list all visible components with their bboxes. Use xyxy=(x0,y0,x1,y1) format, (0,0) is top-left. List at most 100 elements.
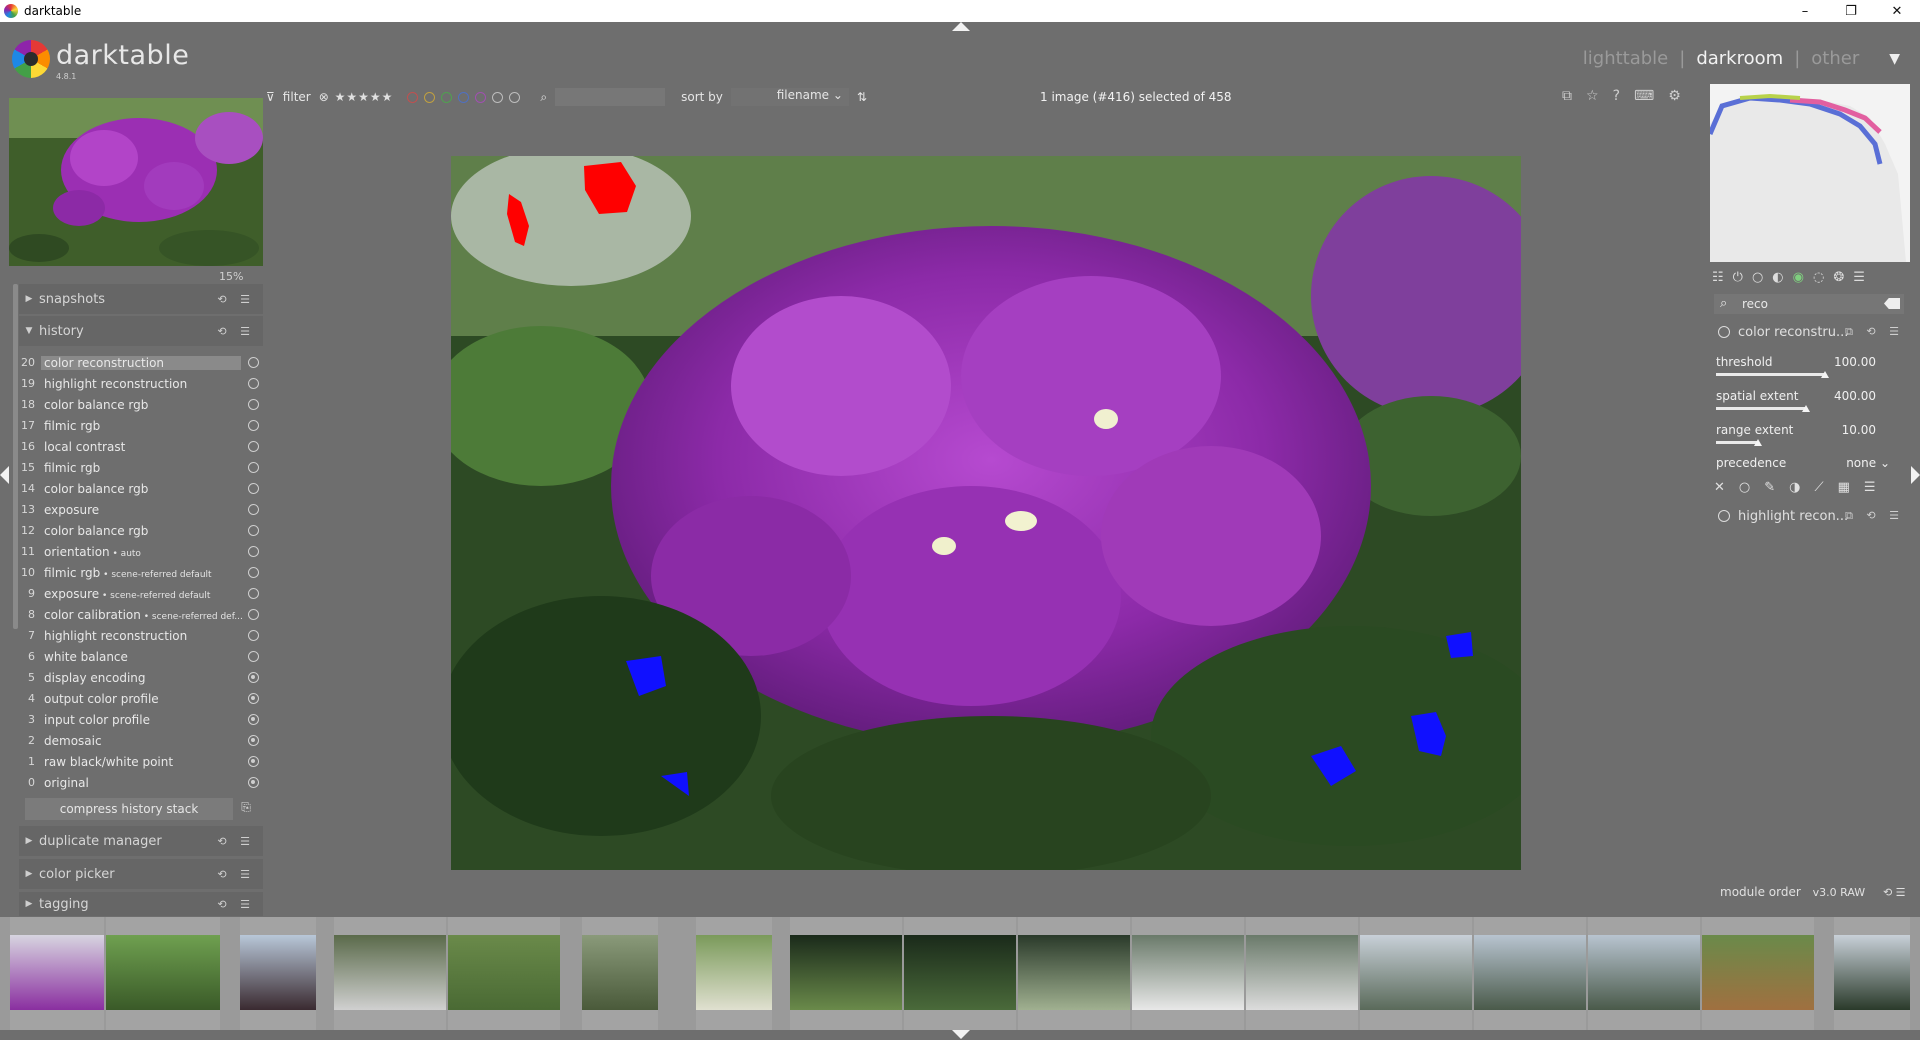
overlays-icon[interactable]: ⧉ xyxy=(1562,88,1586,104)
filmstrip-thumbnail[interactable] xyxy=(240,917,316,1030)
color-picker-section[interactable]: ▶ color picker ⟲ ☰ xyxy=(19,859,263,889)
slider-knob[interactable] xyxy=(1801,405,1810,412)
minimize-button[interactable]: – xyxy=(1782,0,1828,22)
section-controls-icon[interactable]: ⟲ ☰ xyxy=(217,898,255,911)
navigator-thumbnail[interactable] xyxy=(9,98,263,266)
filmstrip-thumbnail[interactable] xyxy=(10,917,104,1030)
history-item[interactable]: 14 color balance rgb xyxy=(19,478,263,499)
section-controls-icon[interactable]: ⟲ ☰ xyxy=(217,293,255,306)
history-item[interactable]: 20 color reconstruction xyxy=(19,352,263,373)
sort-order-icon[interactable]: ⇅ xyxy=(857,90,867,104)
section-controls-icon[interactable]: ⟲ ☰ xyxy=(217,325,255,338)
history-item[interactable]: 15 filmic rgb xyxy=(19,457,263,478)
zoom-level[interactable]: 15% xyxy=(219,270,243,283)
correct-group-icon[interactable]: ◌ xyxy=(1813,270,1833,285)
history-item[interactable]: 2 demosaic xyxy=(19,730,263,751)
left-panel-scrollbar[interactable] xyxy=(13,284,18,629)
color-label-dot-icon[interactable] xyxy=(509,92,521,103)
history-item[interactable]: 5 display encoding xyxy=(19,667,263,688)
histogram[interactable] xyxy=(1710,84,1910,262)
collapse-right-panel-arrow-icon[interactable] xyxy=(1911,466,1920,484)
slider-track[interactable] xyxy=(1716,373,1825,376)
history-item[interactable]: 13 exposure xyxy=(19,499,263,520)
precedence-select[interactable]: precedence none ⌄ xyxy=(1716,456,1890,470)
filmstrip-thumbnail[interactable] xyxy=(582,917,658,1030)
history-item[interactable]: 17 filmic rgb xyxy=(19,415,263,436)
search-input[interactable] xyxy=(555,88,666,106)
view-other[interactable]: other xyxy=(1811,48,1859,69)
compress-history-button[interactable]: compress history stack xyxy=(25,798,233,820)
slider-track[interactable] xyxy=(1716,441,1758,444)
restore-button[interactable]: ❐ xyxy=(1828,0,1874,22)
gear-icon[interactable]: ⚙ xyxy=(1668,88,1695,104)
filmstrip-thumbnail[interactable] xyxy=(904,917,1016,1030)
view-darkroom[interactable]: darkroom xyxy=(1696,48,1783,69)
active-modules-icon[interactable]: ⏻ xyxy=(1733,270,1752,285)
color-label-filter[interactable] xyxy=(407,90,526,104)
power-icon[interactable] xyxy=(1718,510,1730,522)
history-item[interactable]: 10 filmic rgb • scene-referred default xyxy=(19,562,263,583)
keyboard-icon[interactable]: ⌨ xyxy=(1634,88,1668,104)
history-item[interactable]: 7 highlight reconstruction xyxy=(19,625,263,646)
menu-icon[interactable]: ☰ xyxy=(1853,270,1874,285)
color-label-dot-icon[interactable] xyxy=(492,92,504,103)
history-section[interactable]: ▼ history ⟲ ☰ xyxy=(19,316,263,346)
section-controls-icon[interactable]: ⟲ ☰ xyxy=(217,868,255,881)
color-label-dot-icon[interactable] xyxy=(407,92,419,103)
history-item[interactable]: 16 local contrast xyxy=(19,436,263,457)
slider-knob[interactable] xyxy=(1820,371,1829,378)
blend-uniform-icon[interactable]: ○ xyxy=(1739,480,1764,495)
section-controls-icon[interactable]: ⟲ ☰ xyxy=(217,835,255,848)
filmstrip-thumbnail[interactable] xyxy=(1588,917,1700,1030)
history-style-icon[interactable]: ⎘ xyxy=(237,800,255,818)
blend-off-icon[interactable]: ✕ xyxy=(1714,480,1739,495)
filmstrip-thumbnail[interactable] xyxy=(790,917,902,1030)
filmstrip-thumbnail[interactable] xyxy=(106,917,220,1030)
filmstrip-thumbnail[interactable] xyxy=(696,917,772,1030)
module-order[interactable]: module order v3.0 RAW ⟲ ☰ xyxy=(1720,885,1906,899)
close-button[interactable]: ✕ xyxy=(1874,0,1920,22)
history-item[interactable]: 8 color calibration • scene-referred def.… xyxy=(19,604,263,625)
slider-track[interactable] xyxy=(1716,407,1806,410)
chevron-down-icon[interactable]: ▼ xyxy=(1889,51,1900,67)
filmstrip-thumbnail[interactable] xyxy=(448,917,560,1030)
main-image-canvas[interactable] xyxy=(451,156,1521,870)
drawn-mask-icon[interactable]: ✎ xyxy=(1764,480,1789,495)
module-order-controls-icon[interactable]: ⟲ ☰ xyxy=(1883,886,1906,899)
filmstrip-thumbnail[interactable] xyxy=(1246,917,1358,1030)
color-label-dot-icon[interactable] xyxy=(441,92,453,103)
filmstrip-thumbnail[interactable] xyxy=(1834,917,1910,1030)
color-label-dot-icon[interactable] xyxy=(475,92,487,103)
history-item[interactable]: 11 orientation • auto xyxy=(19,541,263,562)
history-item[interactable]: 4 output color profile xyxy=(19,688,263,709)
filmstrip-thumbnail[interactable] xyxy=(1474,917,1586,1030)
filter-icon[interactable]: ⊽ xyxy=(266,90,275,104)
rating-filter[interactable]: ⊗ ★★★★★ xyxy=(319,90,394,104)
color-group-icon[interactable]: ◉ xyxy=(1793,270,1813,285)
collapse-bottom-panel-arrow-icon[interactable] xyxy=(952,1030,970,1039)
module-controls-icon[interactable]: ⧉ ⟲ ☰ xyxy=(1845,509,1904,523)
drawn-parametric-mask-icon[interactable]: ⟋ xyxy=(1815,480,1838,495)
history-item[interactable]: 3 input color profile xyxy=(19,709,263,730)
tone-group-icon[interactable]: ◐ xyxy=(1772,270,1792,285)
history-item[interactable]: 12 color balance rgb xyxy=(19,520,263,541)
tagging-section[interactable]: ▶ tagging ⟲ ☰ xyxy=(19,892,263,916)
color-reconstruction-module-header[interactable]: color reconstru... ⧉ ⟲ ☰ xyxy=(1712,320,1908,344)
history-item[interactable]: 6 white balance xyxy=(19,646,263,667)
color-label-dot-icon[interactable] xyxy=(424,92,436,103)
parametric-mask-icon[interactable]: ◑ xyxy=(1789,480,1814,495)
presets-icon[interactable]: ☷ xyxy=(1712,270,1733,285)
duplicate-manager-section[interactable]: ▶ duplicate manager ⟲ ☰ xyxy=(19,826,263,856)
view-lighttable[interactable]: lighttable xyxy=(1583,48,1668,69)
color-label-dot-icon[interactable] xyxy=(458,92,470,103)
raster-mask-icon[interactable]: ▦ xyxy=(1838,480,1864,495)
range-extent-slider[interactable]: range extent 10.00 xyxy=(1716,423,1876,453)
spatial-extent-slider[interactable]: spatial extent 400.00 xyxy=(1716,389,1876,419)
slider-knob[interactable] xyxy=(1753,439,1762,446)
module-controls-icon[interactable]: ⧉ ⟲ ☰ xyxy=(1845,325,1904,339)
filmstrip-thumbnail[interactable] xyxy=(1702,917,1814,1030)
mask-menu-icon[interactable]: ☰ xyxy=(1864,480,1890,495)
filmstrip-thumbnail[interactable] xyxy=(1132,917,1244,1030)
history-item[interactable]: 19 highlight reconstruction xyxy=(19,373,263,394)
history-item[interactable]: 0 original xyxy=(19,772,263,793)
